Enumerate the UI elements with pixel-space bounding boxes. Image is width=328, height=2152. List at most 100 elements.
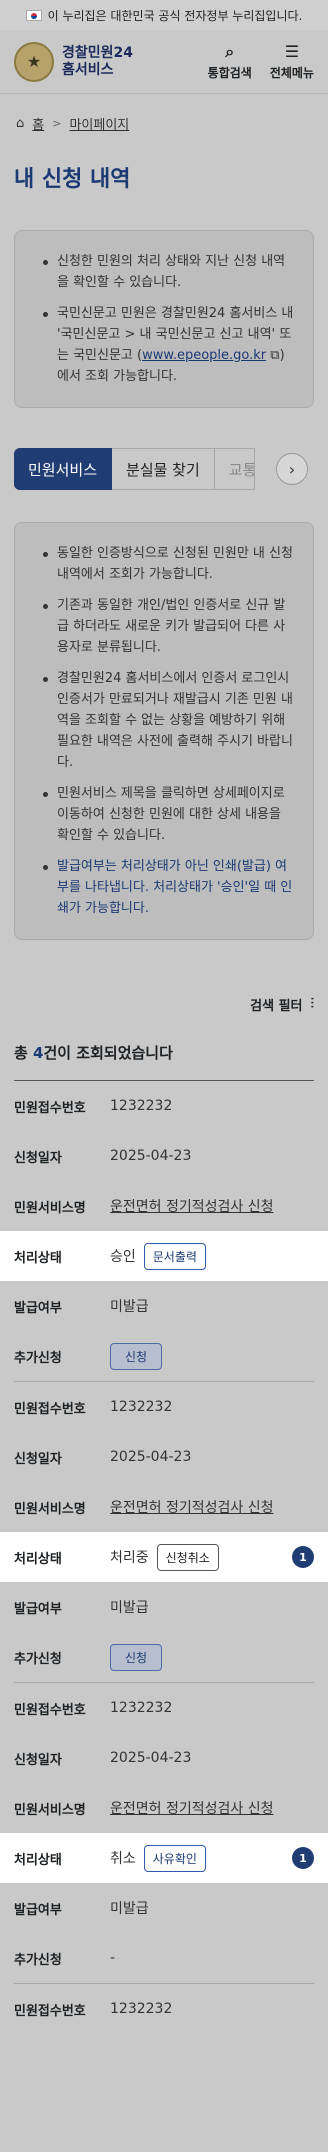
record-3: 민원접수번호 1232232 신청일자 2025-04-23 민원서비스명 운전면허 … — [0, 1683, 328, 1983]
check-reason-button[interactable]: 사유확인 — [143, 1844, 206, 1872]
page-title: 내 신청 내역 — [14, 167, 131, 192]
info-item: 신청한 민원의 처리 상태와 지난 신청 내역을 확인할 수 있습니다. — [43, 251, 297, 293]
row-receipt-no: 민원접수번호 1232232 — [0, 1081, 328, 1131]
row-extra: 추가신청 - — [0, 1933, 328, 1983]
service-link[interactable]: 운전면허 정기적성검사 신청 — [110, 1196, 273, 1216]
label: 민원서비스명 — [14, 1802, 86, 1818]
value: 1232232 — [110, 2001, 173, 2017]
info-item: 국민신문고 민원은 경찰민원24 홈서비스 내 '국민신문고 > 내 국민신문고… — [43, 303, 297, 387]
row-status: 처리상태 취소 사유확인 1 — [0, 1833, 328, 1883]
info-item: 민원서비스 제목을 클릭하면 상세페이지로 이동하여 신청한 민원에 대한 상세… — [43, 783, 297, 846]
value: 2025-04-23 — [110, 1148, 192, 1164]
tab-civil-service[interactable]: 민원서비스 — [14, 448, 113, 490]
print-document-button[interactable]: 문서출력 — [143, 1242, 206, 1270]
police-emblem-icon: ★ — [14, 41, 54, 82]
row-service: 민원서비스명 운전면허 정기적성검사 신청 — [0, 1482, 328, 1532]
label: 신청일자 — [14, 1150, 62, 1166]
result-post: 건이 조회되었습니다 — [43, 1044, 173, 1062]
info-item: 발급여부는 처리상태가 아닌 인쇄(발급) 여부를 나타냅니다. 처리상태가 '… — [43, 856, 297, 919]
row-receipt-no: 민원접수번호 1232232 — [0, 1382, 328, 1432]
row-extra: 추가신청 신청 — [0, 1331, 328, 1381]
breadcrumb-home[interactable]: 홈 — [32, 114, 44, 133]
chevron-right-icon: › — [288, 459, 296, 479]
filter-label: 검색 필터 — [250, 998, 303, 1014]
row-status: 처리상태 처리중 신청취소 1 — [0, 1532, 328, 1582]
result-pre: 총 — [14, 1044, 34, 1062]
row-date: 신청일자 2025-04-23 — [0, 1432, 328, 1482]
breadcrumb: ⌂ 홈 > 마이페이지 — [0, 94, 328, 152]
label: 신청일자 — [14, 1451, 62, 1467]
status-value: 승인 — [110, 1249, 136, 1265]
korea-flag-icon — [25, 9, 42, 21]
apply-button[interactable]: 신청 — [110, 1643, 163, 1671]
label: 발급여부 — [14, 1601, 62, 1617]
label: 민원서비스명 — [14, 1501, 86, 1517]
gov-banner-text: 이 누리집은 대한민국 공식 전자정부 누리집입니다. — [47, 8, 303, 23]
label: 민원접수번호 — [14, 1702, 86, 1718]
tab-bar: 민원서비스 분실물 찾기 교통 › — [14, 448, 314, 490]
chevron-right-icon: > — [52, 116, 62, 130]
label: 민원접수번호 — [14, 1100, 86, 1116]
status-value: 취소 — [110, 1851, 136, 1867]
label: 추가신청 — [14, 1952, 62, 1968]
info-badge[interactable]: 1 — [292, 1847, 314, 1869]
value: 미발급 — [110, 1901, 149, 1917]
info-item: 경찰민원24 홈서비스에서 인증서 로그인시 인증서가 만료되거나 재발급시 기… — [43, 668, 297, 773]
info-item: 기존과 동일한 개인/법인 인증서로 신규 발급 하더라도 새로운 키가 발급되… — [43, 595, 297, 658]
label: 발급여부 — [14, 1902, 62, 1918]
record-4: 민원접수번호 1232232 — [0, 1984, 328, 2034]
label: 처리상태 — [14, 1551, 62, 1567]
hamburger-icon: ☰ — [284, 42, 300, 61]
search-button[interactable]: ⌕ 통합검색 — [208, 42, 252, 81]
value: 1232232 — [110, 1399, 173, 1415]
logo-line2: 홈서비스 — [62, 61, 114, 78]
breadcrumb-mypage[interactable]: 마이페이지 — [69, 114, 129, 133]
tab-next-button[interactable]: › — [276, 453, 308, 485]
service-link[interactable]: 운전면허 정기적성검사 신청 — [110, 1497, 273, 1517]
tab-lost-items[interactable]: 분실물 찾기 — [112, 448, 215, 490]
logo-line1: 경찰민원24 — [62, 44, 134, 61]
gov-banner: 이 누리집은 대한민국 공식 전자정부 누리집입니다. — [0, 0, 328, 30]
search-filter-button[interactable]: 검색 필터 ⫶ — [0, 992, 328, 1016]
label: 추가신청 — [14, 1651, 62, 1667]
value: 1232232 — [110, 1700, 173, 1716]
value: 2025-04-23 — [110, 1449, 192, 1465]
info-item: 동일한 인증방식으로 신청된 민원만 내 신청 내역에서 조회가 가능합니다. — [43, 543, 297, 585]
row-status: 처리상태 승인 문서출력 — [0, 1231, 328, 1281]
site-logo[interactable]: ★ 경찰민원24 홈서비스 — [14, 41, 190, 82]
menu-button[interactable]: ☰ 전체메뉴 — [270, 42, 314, 81]
tab-traffic[interactable]: 교통 — [214, 448, 255, 490]
row-service: 민원서비스명 운전면허 정기적성검사 신청 — [0, 1783, 328, 1833]
row-issued: 발급여부 미발급 — [0, 1281, 328, 1331]
label: 신청일자 — [14, 1752, 62, 1768]
filter-icon: ⫶ — [310, 996, 315, 1012]
epeople-link[interactable]: www.epeople.go.kr — [142, 348, 266, 363]
value: 2025-04-23 — [110, 1750, 192, 1766]
value: - — [110, 1950, 116, 1966]
row-extra: 추가신청 신청 — [0, 1632, 328, 1682]
label: 처리상태 — [14, 1852, 62, 1868]
status-value: 처리중 — [110, 1550, 149, 1566]
label: 민원서비스명 — [14, 1200, 86, 1216]
value: 1232232 — [110, 1098, 173, 1114]
result-count: 총 4건이 조회되었습니다 — [0, 1042, 328, 1066]
row-receipt-no: 민원접수번호 1232232 — [0, 1683, 328, 1733]
record-1: 민원접수번호 1232232 신청일자 2025-04-23 민원서비스명 운전면허 … — [0, 1081, 328, 1381]
label: 민원접수번호 — [14, 1401, 86, 1417]
row-date: 신청일자 2025-04-23 — [0, 1733, 328, 1783]
info-box-notice: 신청한 민원의 처리 상태와 지난 신청 내역을 확인할 수 있습니다. 국민신… — [14, 230, 314, 408]
search-icon: ⌕ — [225, 42, 235, 61]
label: 처리상태 — [14, 1250, 62, 1266]
label: 추가신청 — [14, 1350, 62, 1366]
cancel-application-button[interactable]: 신청취소 — [156, 1543, 219, 1571]
service-link[interactable]: 운전면허 정기적성검사 신청 — [110, 1798, 273, 1818]
external-link-icon: ⧉ — [270, 348, 280, 363]
result-number: 4 — [33, 1044, 44, 1062]
label: 발급여부 — [14, 1300, 62, 1316]
record-2: 민원접수번호 1232232 신청일자 2025-04-23 민원서비스명 운전면허 … — [0, 1382, 328, 1682]
info-box-guide: 동일한 인증방식으로 신청된 민원만 내 신청 내역에서 조회가 가능합니다. … — [14, 522, 314, 940]
search-label: 통합검색 — [207, 66, 252, 80]
row-date: 신청일자 2025-04-23 — [0, 1131, 328, 1181]
info-badge[interactable]: 1 — [292, 1546, 314, 1568]
apply-button[interactable]: 신청 — [110, 1342, 163, 1370]
